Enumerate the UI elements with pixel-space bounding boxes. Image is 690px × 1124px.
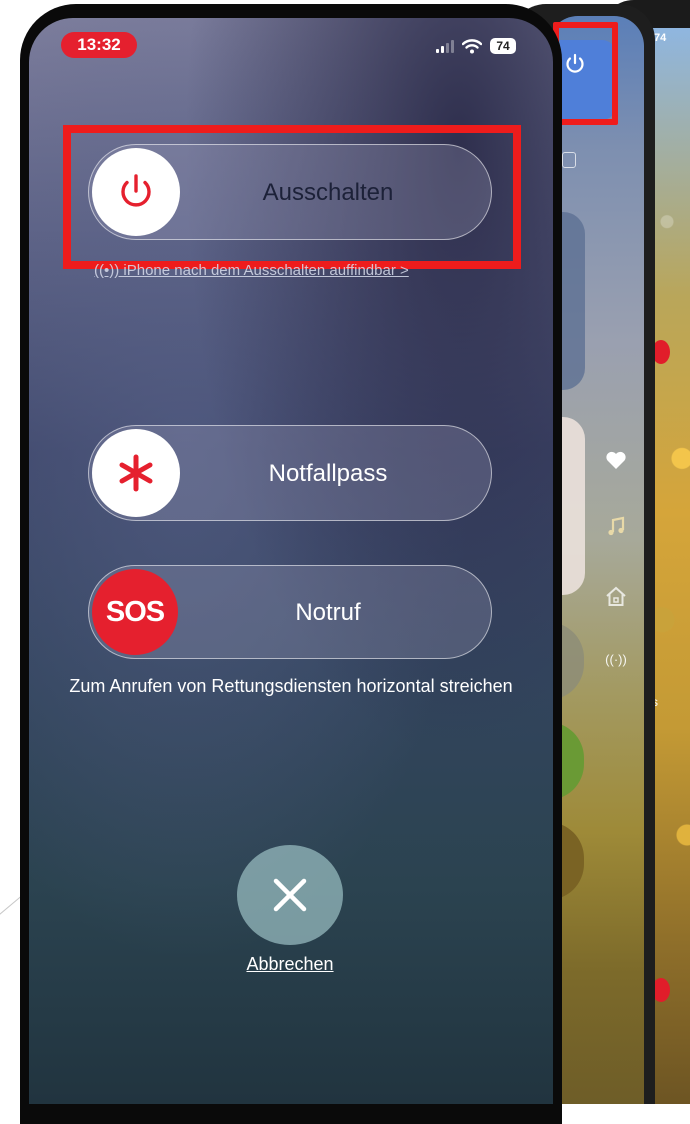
medical-id-slider[interactable]: Notfallpass xyxy=(88,425,492,521)
background-phone-battery: 74 xyxy=(654,32,667,44)
medical-id-knob[interactable] xyxy=(92,429,180,517)
sos-knob-text: SOS xyxy=(105,595,165,628)
highlight-box-power-slider xyxy=(63,125,521,269)
asterisk-icon xyxy=(119,454,153,492)
autumn-wallpaper xyxy=(652,28,690,1104)
sos-knob[interactable]: SOS xyxy=(92,569,178,655)
cancel-label[interactable]: Abbrechen xyxy=(200,954,380,975)
emergency-sos-slider[interactable]: SOS Notruf xyxy=(88,565,492,659)
emergency-slider-label: Notruf xyxy=(295,599,361,626)
emergency-hint-text: Zum Anrufen von Rettungsdiensten horizon… xyxy=(69,676,513,696)
medical-id-label: Notfallpass xyxy=(268,460,388,487)
wifi-icon xyxy=(462,39,482,54)
status-indicators: 74 xyxy=(436,36,516,56)
close-icon xyxy=(273,878,307,912)
find-my-link[interactable]: ((•)) iPhone nach dem Ausschalten auffin… xyxy=(94,262,489,284)
cellular-signal-icon xyxy=(436,39,454,53)
status-time: 13:32 xyxy=(61,32,137,58)
cancel-button[interactable] xyxy=(237,845,343,945)
music-note-icon[interactable] xyxy=(604,516,628,544)
highlight-box-control-center xyxy=(553,22,618,125)
broadcast-icon[interactable]: ((·)) xyxy=(604,652,628,667)
heart-icon[interactable] xyxy=(604,450,628,476)
battery-mini-icon xyxy=(562,152,576,168)
battery-indicator: 74 xyxy=(490,38,516,54)
home-icon[interactable] xyxy=(604,585,628,613)
